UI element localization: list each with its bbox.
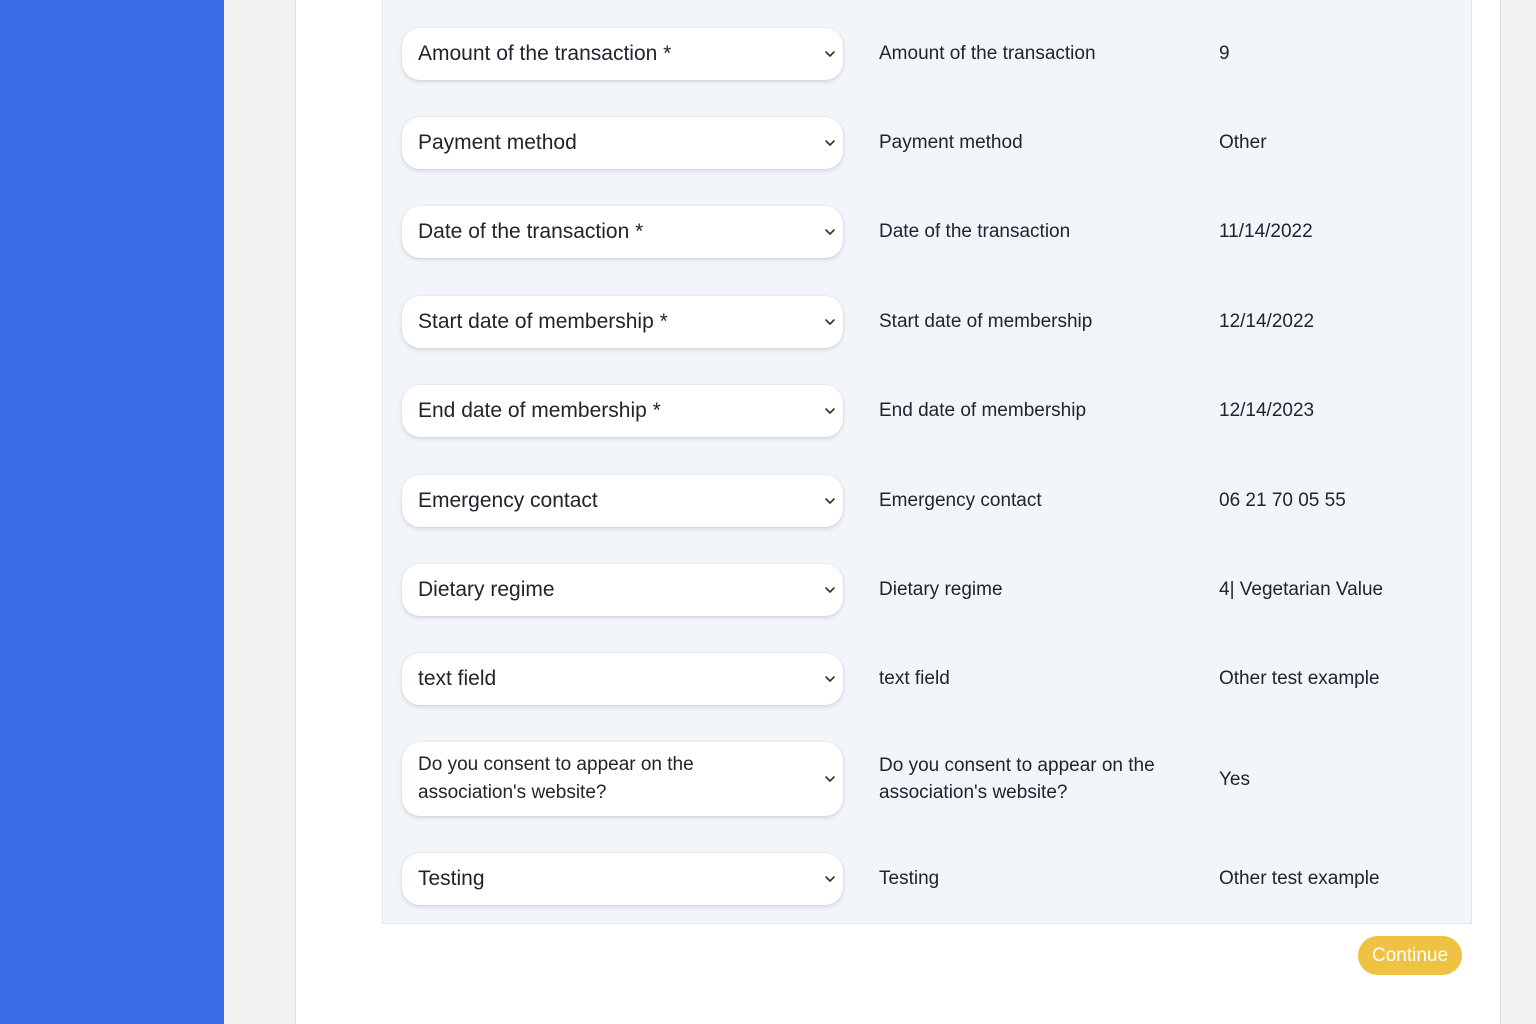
field-value: 12/14/2023 bbox=[1219, 400, 1315, 421]
field-value: Other test example bbox=[1219, 868, 1380, 889]
mapping-select[interactable]: Date of the transaction * bbox=[402, 206, 843, 258]
field-value: 12/14/2022 bbox=[1219, 311, 1315, 332]
field-value: Other test example bbox=[1219, 668, 1380, 689]
chevron-down-icon bbox=[825, 319, 835, 325]
mapping-select[interactable]: Do you consent to appear on the associat… bbox=[402, 742, 843, 816]
mapping-select-label: Emergency contact bbox=[418, 489, 598, 512]
field-name: Testing bbox=[879, 868, 940, 889]
mapping-select-label: Date of the transaction * bbox=[418, 220, 644, 243]
mapping-select-label: Do you consent to appear on the associat… bbox=[418, 754, 694, 803]
mapping-row: End date of membership * End date of mem… bbox=[383, 385, 1471, 437]
mapping-row: Payment method Payment method Other bbox=[383, 117, 1471, 169]
field-value: 06 21 70 05 55 bbox=[1219, 490, 1346, 511]
mapping-row: Date of the transaction * Date of the tr… bbox=[383, 206, 1471, 258]
mapping-row: Testing Testing Other test example bbox=[383, 853, 1471, 905]
field-value: 4| Vegetarian Value bbox=[1219, 579, 1384, 600]
chevron-down-icon bbox=[825, 140, 835, 146]
continue-button[interactable]: Continue bbox=[1358, 936, 1462, 975]
field-name: Dietary regime bbox=[879, 579, 1003, 600]
mapping-row: text field text field Other test example bbox=[383, 653, 1471, 705]
field-name: text field bbox=[879, 668, 950, 689]
field-name: Amount of the transaction bbox=[879, 43, 1096, 64]
mapping-row: Amount of the transaction * Amount of th… bbox=[383, 28, 1471, 80]
mapping-select[interactable]: Emergency contact bbox=[402, 475, 843, 527]
mapping-select-label: Payment method bbox=[418, 131, 577, 154]
field-value: 11/14/2022 bbox=[1219, 221, 1313, 242]
mapping-select[interactable]: Payment method bbox=[402, 117, 843, 169]
chevron-down-icon bbox=[825, 776, 835, 782]
field-value: 9 bbox=[1219, 43, 1230, 64]
field-name: Start date of membership bbox=[879, 311, 1093, 332]
mapping-row: Do you consent to appear on the associat… bbox=[383, 742, 1471, 816]
mapping-select-label: text field bbox=[418, 667, 497, 690]
mapping-select-label: Amount of the transaction * bbox=[418, 42, 672, 65]
field-mapping-panel: Amount of the transaction * Amount of th… bbox=[382, 0, 1472, 924]
chevron-down-icon bbox=[825, 676, 835, 682]
chevron-down-icon bbox=[825, 229, 835, 235]
field-name: End date of membership bbox=[879, 400, 1087, 421]
chevron-down-icon bbox=[825, 51, 835, 57]
mapping-select[interactable]: Start date of membership * bbox=[402, 296, 843, 348]
mapping-row: Emergency contact Emergency contact 06 2… bbox=[383, 475, 1471, 527]
mapping-row: Dietary regime Dietary regime 4| Vegetar… bbox=[383, 564, 1471, 616]
chevron-down-icon bbox=[825, 587, 835, 593]
field-value: Yes bbox=[1219, 769, 1250, 790]
chevron-down-icon bbox=[825, 408, 835, 414]
field-name: Date of the transaction bbox=[879, 221, 1071, 242]
field-name: Payment method bbox=[879, 132, 1023, 153]
mapping-select[interactable]: Testing bbox=[402, 853, 843, 905]
mapping-select-label: Dietary regime bbox=[418, 578, 555, 601]
sidebar bbox=[0, 0, 224, 1024]
field-name: Do you consent to appear on the associat… bbox=[879, 755, 1155, 803]
field-value: Other bbox=[1219, 132, 1267, 153]
mapping-select-label: Testing bbox=[418, 867, 485, 890]
mapping-select[interactable]: End date of membership * bbox=[402, 385, 843, 437]
field-name: Emergency contact bbox=[879, 490, 1042, 511]
chevron-down-icon bbox=[825, 498, 835, 504]
mapping-select[interactable]: Dietary regime bbox=[402, 564, 843, 616]
mapping-select[interactable]: Amount of the transaction * bbox=[402, 28, 843, 80]
mapping-select[interactable]: text field bbox=[402, 653, 843, 705]
mapping-select-label: End date of membership * bbox=[418, 399, 661, 422]
chevron-down-icon bbox=[825, 876, 835, 882]
mapping-select-label: Start date of membership * bbox=[418, 310, 668, 333]
mapping-row: Start date of membership * Start date of… bbox=[383, 296, 1471, 348]
